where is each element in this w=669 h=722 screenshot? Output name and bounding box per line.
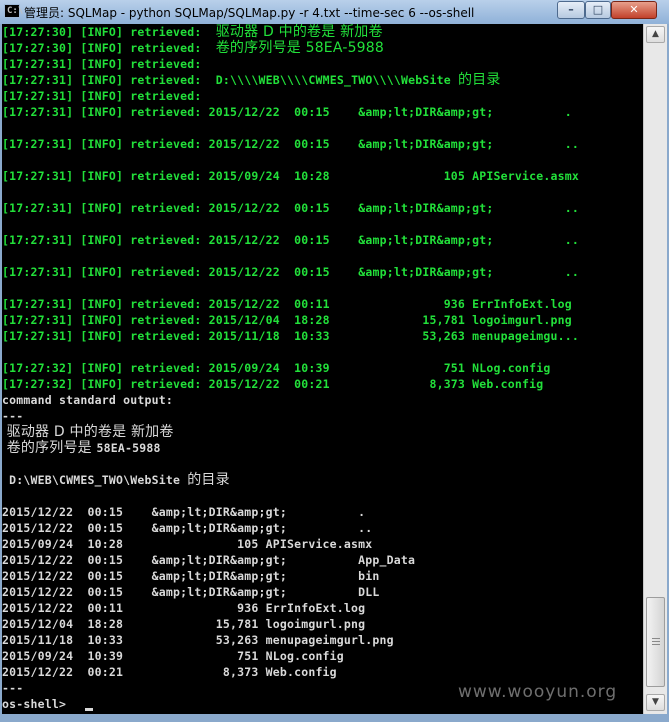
info-log-line: [17:27:31] [INFO] retrieved: 2015/12/22 …: [2, 297, 572, 311]
info-log-line: [17:27:31] [INFO] retrieved: 2015/09/24 …: [2, 169, 580, 183]
dir-listing-row: 2015/12/22 00:15 &amp;lt;DIR&amp;gt; ..: [2, 521, 373, 535]
info-log-line: [17:27:31] [INFO] retrieved: 2015/12/22 …: [2, 201, 580, 215]
volume-serial-line: 卷的序列号是 58EA-5988: [2, 440, 161, 456]
directory-heading-line: D:\WEB\CWMES_TWO\WebSite 的目录: [2, 472, 230, 488]
maximize-button[interactable]: □: [585, 1, 611, 19]
dir-listing-row: 2015/12/04 18:28 15,781 logoimgurl.png: [2, 617, 366, 631]
close-button[interactable]: ✕: [611, 1, 657, 19]
scroll-up-arrow-icon[interactable]: ▲: [646, 26, 665, 43]
output-end-separator: ---: [2, 681, 24, 695]
dir-listing-row: 2015/12/22 00:15 &amp;lt;DIR&amp;gt; DLL: [2, 585, 380, 599]
info-log-line: [17:27:31] [INFO] retrieved: 2015/12/04 …: [2, 313, 572, 327]
dir-listing-row: 2015/09/24 10:39 751 NLog.config: [2, 649, 344, 663]
volume-label-line: 驱动器 D 中的卷是 新加卷: [2, 424, 174, 440]
console-app-icon[interactable]: C:\: [4, 4, 23, 18]
dir-listing-row: 2015/12/22 00:21 8,373 Web.config: [2, 665, 337, 679]
dir-listing-row: 2015/09/24 10:28 105 APIService.asmx: [2, 537, 373, 551]
scrollbar-thumb[interactable]: [646, 597, 665, 687]
info-log-line: [17:27:31] [INFO] retrieved: 2015/12/22 …: [2, 137, 580, 151]
dir-listing-row: 2015/12/22 00:15 &amp;lt;DIR&amp;gt; .: [2, 505, 366, 519]
info-log-line: [17:27:30] [INFO] retrieved: 驱动器 D 中的卷是 …: [2, 24, 383, 40]
info-log-line: [17:27:32] [INFO] retrieved: 2015/09/24 …: [2, 361, 551, 375]
title-bar[interactable]: C:\ 管理员: SQLMap - python SQLMap/SQLMap.p…: [0, 0, 669, 24]
window-title: 管理员: SQLMap - python SQLMap/SQLMap.py -r…: [24, 6, 475, 20]
info-log-line: [17:27:32] [INFO] retrieved: 2015/12/22 …: [2, 377, 544, 391]
output-separator: ---: [2, 409, 24, 423]
info-log-line: [17:27:31] [INFO] retrieved:: [2, 89, 202, 103]
dir-listing-row: 2015/11/18 10:33 53,263 menupageimgurl.p…: [2, 633, 394, 647]
info-log-line: [17:27:30] [INFO] retrieved: 卷的序列号是 58EA…: [2, 40, 384, 56]
info-log-line: [17:27:31] [INFO] retrieved:: [2, 57, 202, 71]
info-log-line: [17:27:31] [INFO] retrieved: 2015/12/22 …: [2, 233, 580, 247]
dir-listing-row: 2015/12/22 00:15 &amp;lt;DIR&amp;gt; App…: [2, 553, 416, 567]
text-cursor: [85, 708, 93, 711]
info-log-line: [17:27:31] [INFO] retrieved: D:\\\\WEB\\…: [2, 72, 501, 88]
console-window: C:\ 管理员: SQLMap - python SQLMap/SQLMap.p…: [0, 0, 669, 722]
info-log-line: [17:27:31] [INFO] retrieved: 2015/12/22 …: [2, 105, 572, 119]
window-bottom-border: [0, 714, 669, 722]
minimize-button[interactable]: –: [557, 1, 585, 19]
watermark: www.wooyun.org: [458, 682, 618, 702]
info-log-line: [17:27:31] [INFO] retrieved: 2015/12/22 …: [2, 265, 580, 279]
dir-listing-row: 2015/12/22 00:11 936 ErrInfoExt.log: [2, 601, 366, 615]
shell-prompt: os-shell>: [2, 697, 74, 711]
info-log-line: [17:27:31] [INFO] retrieved: 2015/11/18 …: [2, 329, 580, 343]
vertical-scrollbar[interactable]: ▲ ▼: [643, 24, 667, 714]
scroll-down-arrow-icon[interactable]: ▼: [646, 694, 665, 711]
dir-listing-row: 2015/12/22 00:15 &amp;lt;DIR&amp;gt; bin: [2, 569, 380, 583]
console-output[interactable]: [17:27:30] [INFO] retrieved: 驱动器 D 中的卷是 …: [2, 24, 643, 714]
command-output-header: command standard output:: [2, 393, 173, 407]
